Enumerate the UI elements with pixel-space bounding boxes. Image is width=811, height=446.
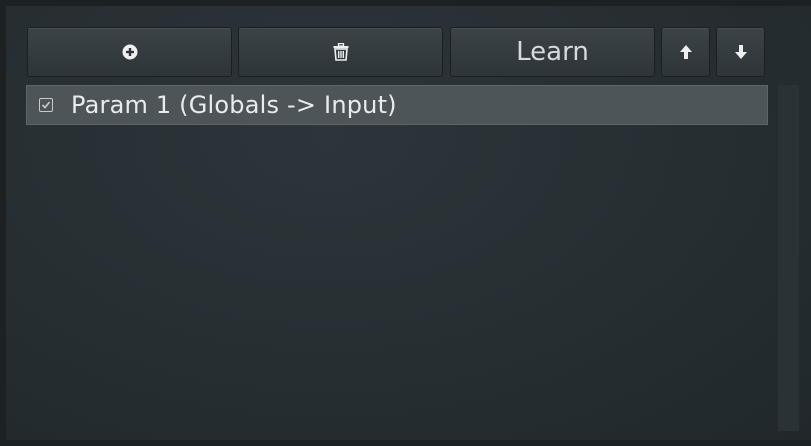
- add-button[interactable]: [27, 27, 232, 77]
- move-up-button[interactable]: [661, 27, 710, 77]
- list-item[interactable]: Param 1 (Globals -> Input): [26, 85, 768, 125]
- trash-icon: [333, 43, 348, 61]
- item-checkbox[interactable]: [39, 98, 53, 112]
- list-scrollbar[interactable]: [777, 85, 799, 431]
- parameter-list: Param 1 (Globals -> Input): [26, 85, 768, 425]
- delete-button[interactable]: [238, 27, 443, 77]
- arrow-down-icon: [734, 45, 747, 59]
- parameter-panel: Learn Param 1 (Globals -> Input): [6, 6, 811, 440]
- move-down-button[interactable]: [716, 27, 765, 77]
- arrow-up-icon: [679, 45, 692, 59]
- learn-button[interactable]: Learn: [450, 27, 655, 77]
- plus-circle-icon: [122, 44, 137, 60]
- checkmark-icon: [41, 101, 51, 109]
- item-label: Param 1 (Globals -> Input): [71, 91, 397, 119]
